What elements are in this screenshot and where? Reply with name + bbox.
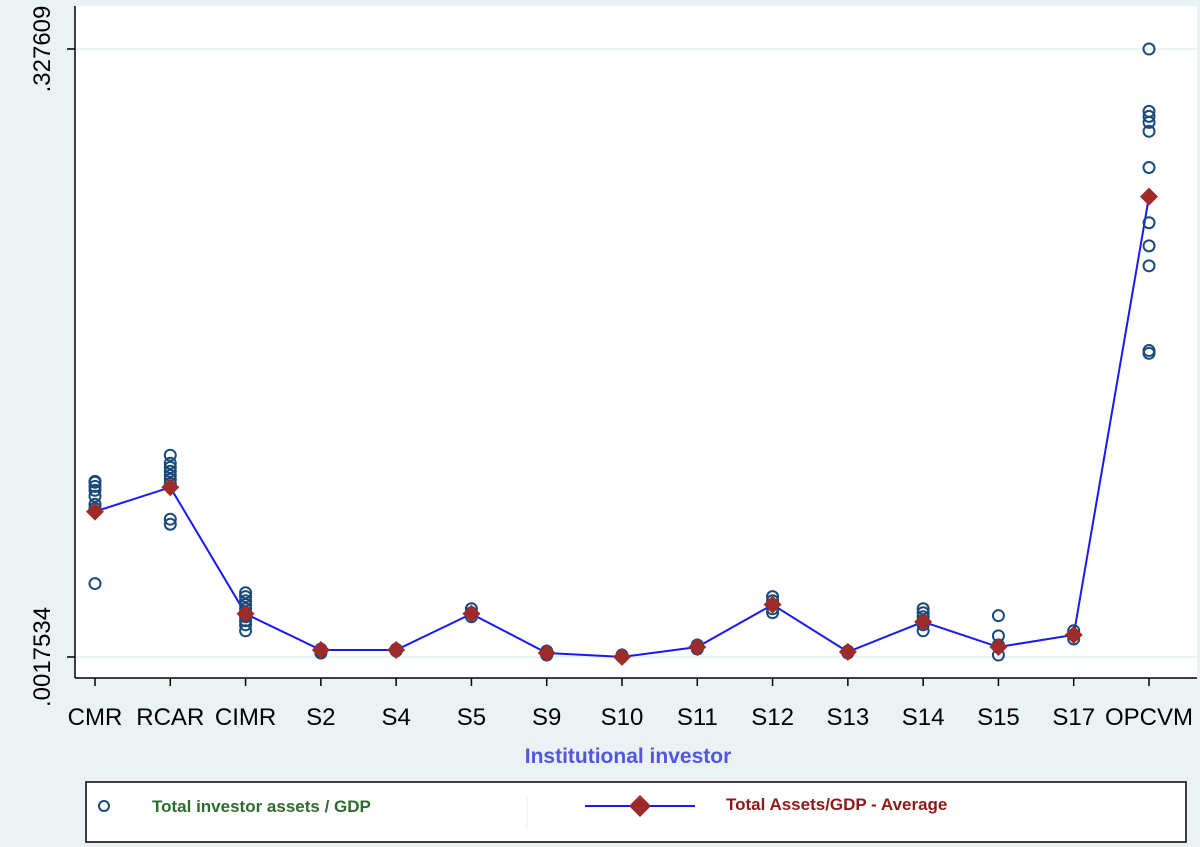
- x-tick-label: S12: [751, 704, 794, 731]
- y-tick-label: .327609: [29, 6, 56, 93]
- chart: .0017534 .327609 CMR RCAR CIMR S2 S4 S5 S9 S10 S1…: [0, 0, 1200, 847]
- y-ticks: .0017534 .327609: [29, 6, 75, 707]
- x-tick-label: S5: [457, 704, 486, 731]
- x-tick-label: S9: [532, 704, 561, 731]
- x-tick-label: RCAR: [136, 704, 204, 731]
- x-tick-label: S2: [306, 704, 335, 731]
- x-tick-label: S13: [827, 704, 870, 731]
- x-tick-label: OPCVM: [1105, 704, 1193, 731]
- plot-area: [75, 6, 1197, 678]
- x-tick-label: S4: [381, 704, 410, 731]
- legend-label-scatter: Total investor assets / GDP: [152, 797, 371, 816]
- x-tick-label: CIMR: [215, 704, 276, 731]
- x-tick-label: S11: [677, 704, 718, 731]
- y-tick-label: .0017534: [29, 607, 56, 707]
- legend-label-average: Total Assets/GDP - Average: [726, 795, 947, 814]
- x-tick-label: S14: [902, 704, 945, 731]
- x-tick-label: CMR: [68, 704, 123, 731]
- x-tick-label: S17: [1052, 704, 1095, 731]
- x-ticks: CMR RCAR CIMR S2 S4 S5 S9 S10 S11 S12 S13 S14 S15 S17…: [68, 678, 1193, 731]
- x-tick-label: S15: [977, 704, 1020, 731]
- x-tick-label: S10: [601, 704, 644, 731]
- chart-svg: .0017534 .327609 CMR RCAR CIMR S2 S4 S5 S9 S10 S1…: [29, 6, 1197, 843]
- x-axis-title: Institutional investor: [525, 745, 732, 768]
- legend: Total investor assets / GDP Total Assets…: [85, 781, 1187, 843]
